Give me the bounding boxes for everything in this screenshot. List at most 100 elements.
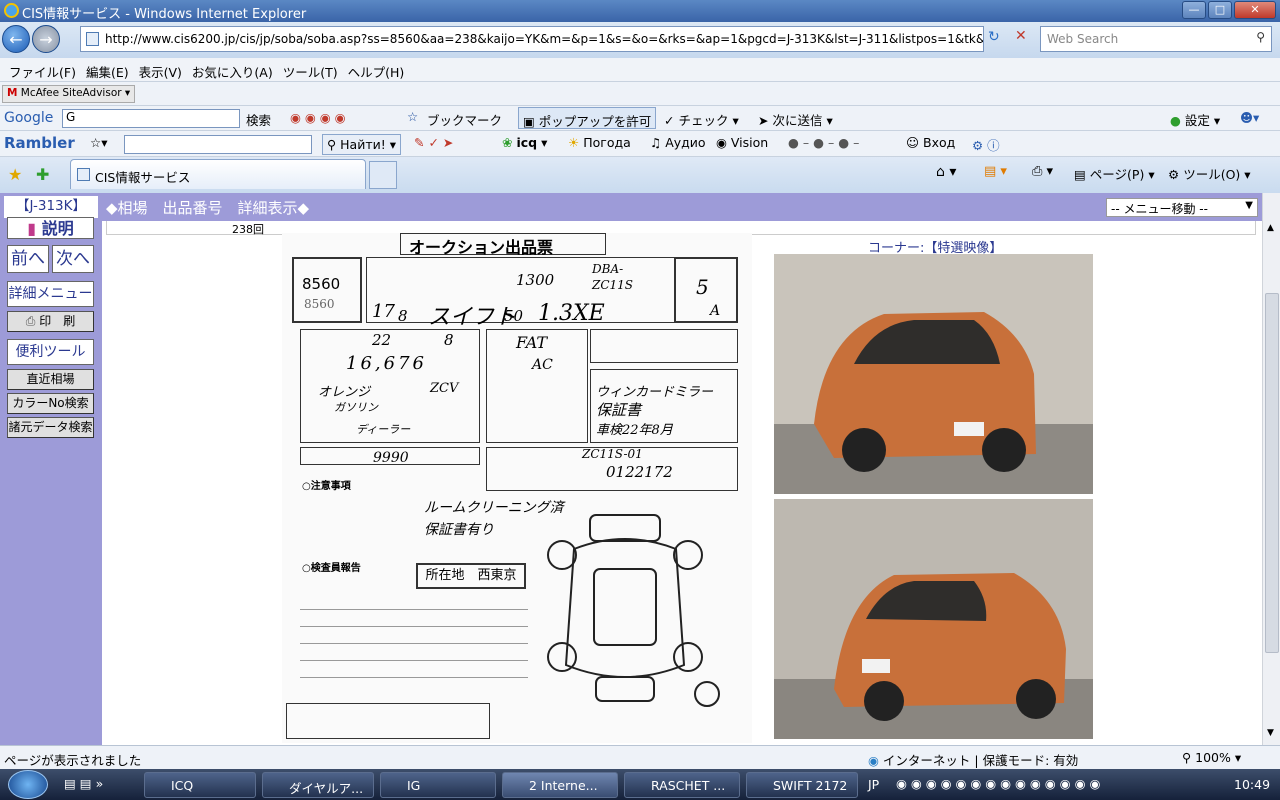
menu-select[interactable]: -- メニュー移動 -- ▼ — [1106, 198, 1258, 217]
grade: 1.3XE — [538, 301, 605, 326]
window-titlebar: CIS情報サービス - Windows Internet Explorer — … — [0, 0, 1280, 22]
rambler-search-input[interactable] — [124, 135, 312, 154]
printer-icon: ⎙ — [25, 314, 36, 328]
explain-button[interactable]: ▮ 説明 — [7, 217, 94, 239]
icq-button[interactable]: ❀ icq ▾ — [502, 135, 547, 150]
vertical-scrollbar[interactable]: ▲ ▼ — [1262, 193, 1280, 745]
dealer: ディーラー — [356, 423, 411, 436]
star-icon: ☆ — [407, 109, 419, 124]
menu-select-value: -- メニュー移動 -- — [1111, 202, 1208, 216]
tools-menu[interactable]: ⚙ ツール(O) ▾ — [1168, 164, 1251, 183]
rambler-star-icon[interactable]: ☆▾ — [90, 135, 107, 150]
address-toolbar: ← → http://www.cis6200.jp/cis/jp/soba/so… — [0, 22, 1280, 58]
maximize-icon[interactable]: □ — [1208, 1, 1232, 19]
tools-icon[interactable]: ⚙ ⓘ — [972, 135, 1000, 154]
vision-button[interactable]: ◉ Vision — [716, 135, 768, 150]
menu-help[interactable]: ヘルプ(H) — [343, 58, 410, 81]
page-menu[interactable]: ▤ ページ(P) ▾ — [1074, 164, 1155, 183]
audio-label: Аудио — [665, 135, 706, 150]
weather-label: Погода — [583, 135, 631, 150]
tray-icons[interactable]: ◉ ◉ ◉ ◉ ◉ ◉ ◉ ◉ ◉ ◉ ◉ ◉ ◉ ◉ — [896, 776, 1100, 791]
address-input[interactable]: http://www.cis6200.jp/cis/jp/soba/soba.a… — [80, 26, 984, 52]
spare-tire-icon — [694, 681, 720, 707]
notes-header: ○注意事項 — [302, 481, 351, 492]
shift: FAT — [516, 333, 548, 352]
bookmark-button[interactable]: ブックマーク — [427, 110, 502, 129]
task-icq-label: ICQ — [171, 778, 194, 793]
add-favorites-icon[interactable]: ✚ — [36, 165, 49, 184]
toolbar-icons[interactable]: ◉ ◉ ◉ ◉ — [290, 110, 346, 125]
recent-button[interactable]: 直近相場 — [7, 369, 94, 390]
audio-button[interactable]: ♫ Аудио — [650, 135, 706, 150]
globe-icon: ◉ — [868, 753, 879, 768]
orange-car-front-illustration — [774, 254, 1093, 494]
mileage: 16,676 — [346, 353, 427, 374]
menu-edit[interactable]: 編集(E) — [81, 58, 134, 81]
month: 8 — [398, 307, 408, 325]
color-code: ZCV — [430, 381, 459, 396]
sheet-title: オークション出品票 — [400, 233, 606, 257]
task-swift[interactable]: SWIFT 2172 — [746, 772, 858, 798]
refresh-icon[interactable]: ↻ — [988, 29, 1000, 45]
print-button[interactable]: ⎙ 印 刷 — [7, 311, 94, 332]
check-button[interactable]: ✓ チェック ▾ — [664, 110, 739, 129]
menu-tools[interactable]: ツール(T) — [278, 58, 343, 81]
web-search-input[interactable]: Web Search ⚲ — [1040, 26, 1272, 52]
start-button[interactable] — [8, 770, 48, 799]
feeds-icon[interactable]: ▤ ▾ — [984, 164, 1007, 179]
scroll-up-icon[interactable]: ▲ — [1267, 223, 1274, 233]
close-window-icon[interactable]: ✕ — [1234, 1, 1276, 19]
new-tab-button[interactable] — [369, 161, 397, 189]
stop-icon[interactable]: ✕ — [1015, 28, 1027, 44]
menu-file[interactable]: ファイル(F) — [4, 58, 81, 81]
clock: 10:49 — [1234, 777, 1271, 792]
user-icon[interactable]: ☻▾ — [1240, 110, 1259, 125]
favorites-star-icon[interactable]: ★ — [8, 165, 22, 184]
task-ie[interactable]: 2 Interne... — [502, 772, 618, 798]
weather-button[interactable]: ☀ Погода — [568, 135, 631, 150]
popup-allow-button[interactable]: ▣ ポップアップを許可 — [518, 107, 657, 129]
task-dialup[interactable]: ダイヤルア... — [262, 772, 374, 798]
mcafee-siteadvisor-button[interactable]: M McAfee SiteAdvisor ▾ — [2, 85, 136, 103]
next-button[interactable]: 次へ — [52, 245, 94, 273]
menu-view[interactable]: 表示(V) — [134, 58, 187, 81]
google-search-button[interactable]: 検索 — [246, 110, 271, 129]
misc-icons[interactable]: ● – ● – ● – — [788, 135, 859, 150]
car-photo-rear[interactable] — [774, 499, 1093, 739]
menu-favorites[interactable]: お気に入り(A) — [187, 58, 278, 81]
login-button[interactable]: ☺ Вход — [906, 135, 955, 150]
orange-car-rear-illustration — [774, 499, 1093, 739]
zoom-control[interactable]: ⚲ 100% ▾ — [1182, 750, 1241, 765]
scroll-down-icon[interactable]: ▼ — [1267, 728, 1274, 738]
task-raschet[interactable]: RASCHET ... — [624, 772, 740, 798]
language-indicator[interactable]: JP — [868, 777, 879, 792]
pen-icon[interactable]: ✎ ✓ ➤ — [414, 135, 453, 150]
print-icon[interactable]: ⎙ ▾ — [1032, 164, 1053, 179]
mcafee-label: McAfee SiteAdvisor — [20, 87, 122, 99]
spec-search-button[interactable]: 諸元データ検索 — [7, 417, 94, 438]
car-photo-front[interactable] — [774, 254, 1093, 494]
task-swift-label: SWIFT 2172 — [773, 778, 848, 793]
auction-sheet: オークション出品票 8560 8560 17 8 スイフト 1300 DBA-Z… — [282, 233, 752, 743]
home-icon[interactable]: ⌂ ▾ — [936, 164, 956, 180]
tab-bar: ★ ✚ CIS情報サービス ⌂ ▾ ▤ ▾ ⎙ ▾ ▤ ページ(P) ▾ ⚙ ツ… — [0, 157, 1280, 193]
task-icq[interactable]: ICQ — [144, 772, 256, 798]
forward-icon[interactable]: → — [32, 25, 60, 53]
ac: AC — [532, 357, 553, 373]
minimize-icon[interactable]: — — [1182, 1, 1206, 19]
inspection-year: 22 — [372, 331, 392, 349]
google-toolbar: Google G 検索 ◉ ◉ ◉ ◉ ☆ ブックマーク ▣ ポップアップを許可… — [0, 106, 1280, 131]
tab-cis[interactable]: CIS情報サービス — [70, 159, 366, 189]
send-button[interactable]: ➤ 次に送信 ▾ — [758, 110, 833, 129]
check-label: チェック — [678, 113, 729, 128]
settings-button[interactable]: ● 設定 ▾ — [1170, 110, 1220, 129]
quick-launch-icons[interactable]: ▤ ▤ » — [64, 776, 103, 791]
rambler-find-button[interactable]: ⚲ Найти! ▾ — [322, 134, 401, 155]
color-search-button[interactable]: カラーNo検索 — [7, 393, 94, 414]
search-icon[interactable]: ⚲ — [1256, 30, 1265, 44]
scroll-thumb[interactable] — [1265, 293, 1279, 653]
prev-button[interactable]: 前へ — [7, 245, 49, 273]
back-icon[interactable]: ← — [2, 25, 30, 53]
task-ig[interactable]: IG — [380, 772, 496, 798]
google-search-input[interactable]: G — [62, 109, 240, 128]
